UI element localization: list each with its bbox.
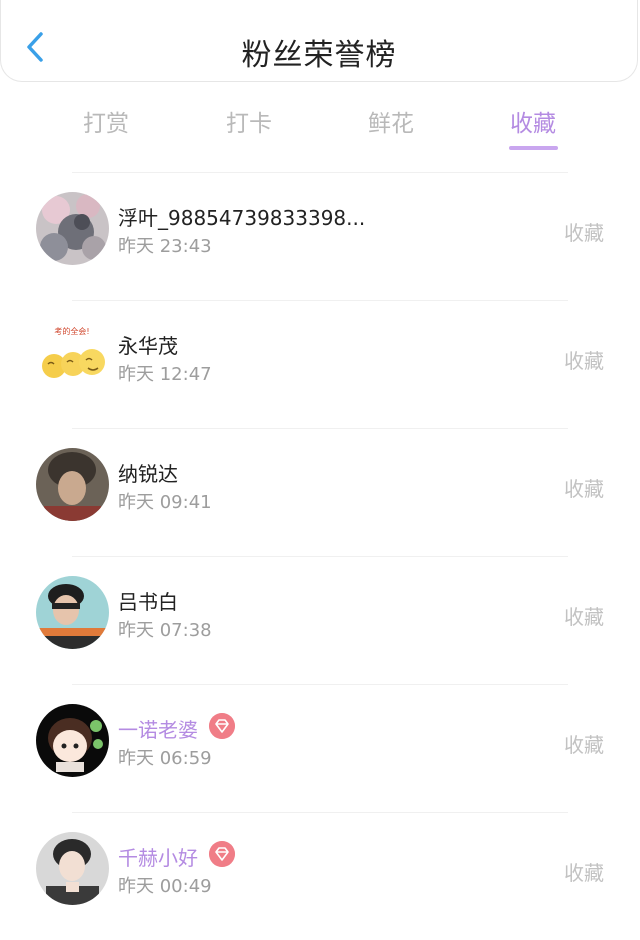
avatar[interactable] <box>36 832 109 905</box>
timestamp: 昨天 23:43 <box>118 236 212 257</box>
user-name: 吕书白 <box>118 590 178 614</box>
user-name: 一诺老婆 <box>118 718 198 742</box>
timestamp: 昨天 12:47 <box>118 364 212 385</box>
header-bar: 粉丝荣誉榜 <box>0 0 638 82</box>
timestamp: 昨天 07:38 <box>118 620 212 641</box>
divider <box>72 428 568 429</box>
user-name: 纳锐达 <box>118 462 178 486</box>
favorite-action-label: 收藏 <box>564 477 604 501</box>
tab-flowers[interactable]: 鲜花 <box>368 104 414 138</box>
avatar[interactable] <box>36 192 109 265</box>
active-tab-indicator <box>509 146 558 150</box>
user-name: 千赫小好 <box>118 846 198 870</box>
timestamp: 昨天 00:49 <box>118 876 212 897</box>
avatar[interactable] <box>36 576 109 649</box>
diamond-badge-icon <box>209 713 235 739</box>
avatar[interactable] <box>36 448 109 521</box>
list-item[interactable]: 考的全会! 永华茂 昨天 12:47 收藏 <box>0 300 640 428</box>
list-item[interactable]: 千赫小好 昨天 00:49 收藏 <box>0 812 640 940</box>
list-item[interactable]: 纳锐达 昨天 09:41 收藏 <box>0 428 640 556</box>
favorite-action-label: 收藏 <box>564 733 604 757</box>
diamond-badge-icon <box>209 841 235 867</box>
avatar-sticker-text: 考的全会! <box>54 326 89 336</box>
divider <box>72 172 568 173</box>
divider <box>72 812 568 813</box>
list-item[interactable]: 一诺老婆 昨天 06:59 收藏 <box>0 684 640 812</box>
avatar[interactable]: 考的全会! <box>36 320 109 393</box>
avatar[interactable] <box>36 704 109 777</box>
favorite-action-label: 收藏 <box>564 349 604 373</box>
favorite-action-label: 收藏 <box>564 221 604 245</box>
tab-checkin[interactable]: 打卡 <box>226 104 272 138</box>
tab-favorites[interactable]: 收藏 <box>510 104 556 138</box>
user-name: 永华茂 <box>118 334 178 358</box>
page-title: 粉丝荣誉榜 <box>241 38 397 73</box>
divider <box>72 300 568 301</box>
tab-tip[interactable]: 打赏 <box>83 104 129 138</box>
list-item[interactable]: 浮叶_98854739833398... 昨天 23:43 收藏 <box>0 172 640 300</box>
divider <box>72 684 568 685</box>
list-item[interactable]: 吕书白 昨天 07:38 收藏 <box>0 556 640 684</box>
timestamp: 昨天 06:59 <box>118 748 212 769</box>
favorite-action-label: 收藏 <box>564 861 604 885</box>
timestamp: 昨天 09:41 <box>118 492 212 513</box>
user-name: 浮叶_98854739833398... <box>118 206 366 230</box>
divider <box>72 556 568 557</box>
favorite-action-label: 收藏 <box>564 605 604 629</box>
